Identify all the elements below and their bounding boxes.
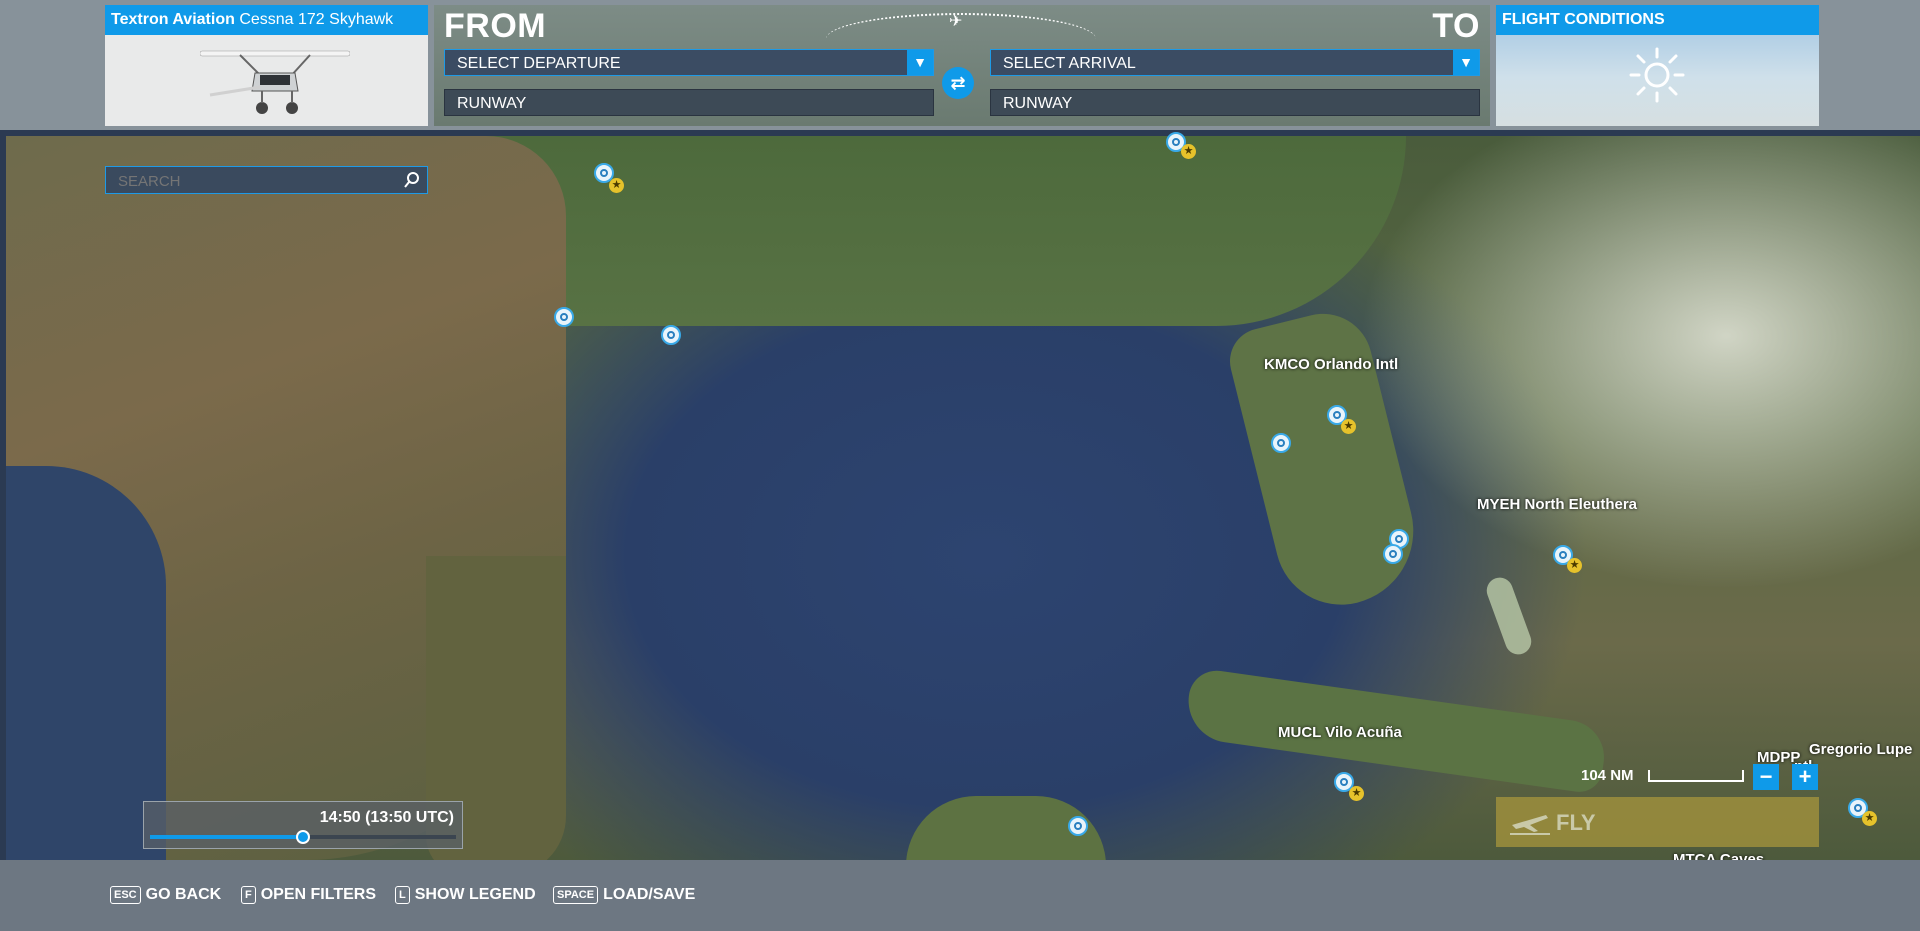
departure-value: SELECT DEPARTURE [457,55,621,72]
key-esc: ESC [110,886,141,904]
airport-label-mucl[interactable]: MUCL Vilo Acuña [1278,724,1402,741]
airport-marker[interactable] [1271,433,1291,453]
key-space: SPACE [553,886,599,904]
aircraft-brand: Textron Aviation [111,11,235,28]
map-scale-label: 104 NM [1581,767,1634,784]
aircraft-title: Textron Aviation Cessna 172 Skyhawk [105,5,428,35]
search-input[interactable] [106,167,390,195]
airport-marker[interactable] [554,307,574,327]
flight-conditions-title: FLIGHT CONDITIONS [1496,5,1819,35]
time-slider[interactable] [150,830,456,844]
favorite-star-icon: ★ [1862,811,1877,826]
land-florida [1223,303,1429,619]
flight-conditions-panel[interactable]: FLIGHT CONDITIONS [1496,5,1819,126]
airport-label-kmco[interactable]: KMCO Orlando Intl [1264,356,1398,373]
airport-marker[interactable] [1068,816,1088,836]
airport-marker[interactable] [661,325,681,345]
hint-show-legend-label: SHOW LEGEND [414,886,536,903]
airport-label-myeh[interactable]: MYEH North Eleuthera [1477,496,1637,513]
favorite-star-icon: ★ [609,178,624,193]
arrival-select[interactable]: SELECT ARRIVAL ▼ [990,49,1480,76]
favorite-star-icon: ★ [1181,144,1196,159]
hint-show-legend[interactable]: L SHOW LEGEND [395,886,536,904]
fly-label: FLY [1556,810,1596,835]
departure-select[interactable]: SELECT DEPARTURE ▼ [444,49,934,76]
time-display: 14:50 (13:50 UTC) [319,809,454,826]
favorite-star-icon: ★ [1349,786,1364,801]
land-bahamas [1483,573,1535,659]
arrival-runway-field[interactable]: RUNWAY [990,89,1480,116]
hint-open-filters-label: OPEN FILTERS [260,886,376,903]
takeoff-icon [1510,815,1550,835]
swap-icon: ⇄ [950,73,966,93]
search-box[interactable] [105,166,428,195]
airplane-icon: ✈ [949,13,963,30]
hint-go-back-label: GO BACK [145,886,222,903]
sun-icon [1629,47,1685,103]
time-slider-handle[interactable] [296,830,310,844]
chevron-down-icon[interactable]: ▼ [907,50,933,75]
to-label: TO [1432,7,1480,45]
arrival-value: SELECT ARRIVAL [1003,55,1136,72]
key-f: F [241,886,256,904]
top-bar: Textron Aviation Cessna 172 Skyhawk FROM… [0,0,1920,130]
map-scale-bar [1648,770,1744,782]
fly-button[interactable]: FLY [1496,797,1819,847]
hint-go-back[interactable]: ESC GO BACK [110,886,221,904]
hint-load-save-label: LOAD/SAVE [603,886,696,903]
bottom-bar: ESC GO BACK F OPEN FILTERS L SHOW LEGEND SP… [0,860,1920,931]
time-slider-fill [150,835,303,839]
airport-label-gregorio[interactable]: Gregorio Lupe [1809,741,1912,758]
aircraft-model: Cessna 172 Skyhawk [239,11,394,28]
search-icon[interactable] [403,171,421,189]
route-panel: FROM TO ✈ SELECT DEPARTURE ▼ RUNWAY ⇄ SE… [434,5,1490,126]
zoom-out-button[interactable]: − [1753,764,1779,790]
time-of-day-panel: 14:50 (13:50 UTC) [143,801,463,849]
zoom-in-button[interactable]: + [1792,764,1818,790]
aircraft-panel[interactable]: Textron Aviation Cessna 172 Skyhawk [105,5,428,126]
airport-marker[interactable] [1383,544,1403,564]
hint-open-filters[interactable]: F OPEN FILTERS [241,886,376,904]
chevron-down-icon[interactable]: ▼ [1453,50,1479,75]
swap-route-button[interactable]: ⇄ [942,67,974,99]
from-label: FROM [444,7,547,45]
departure-runway-field[interactable]: RUNWAY [444,89,934,116]
favorite-star-icon: ★ [1341,419,1356,434]
key-l: L [395,886,410,904]
aircraft-image [200,50,350,114]
pacific-ocean [6,466,166,860]
hint-load-save[interactable]: SPACE LOAD/SAVE [553,886,695,904]
favorite-star-icon: ★ [1567,558,1582,573]
